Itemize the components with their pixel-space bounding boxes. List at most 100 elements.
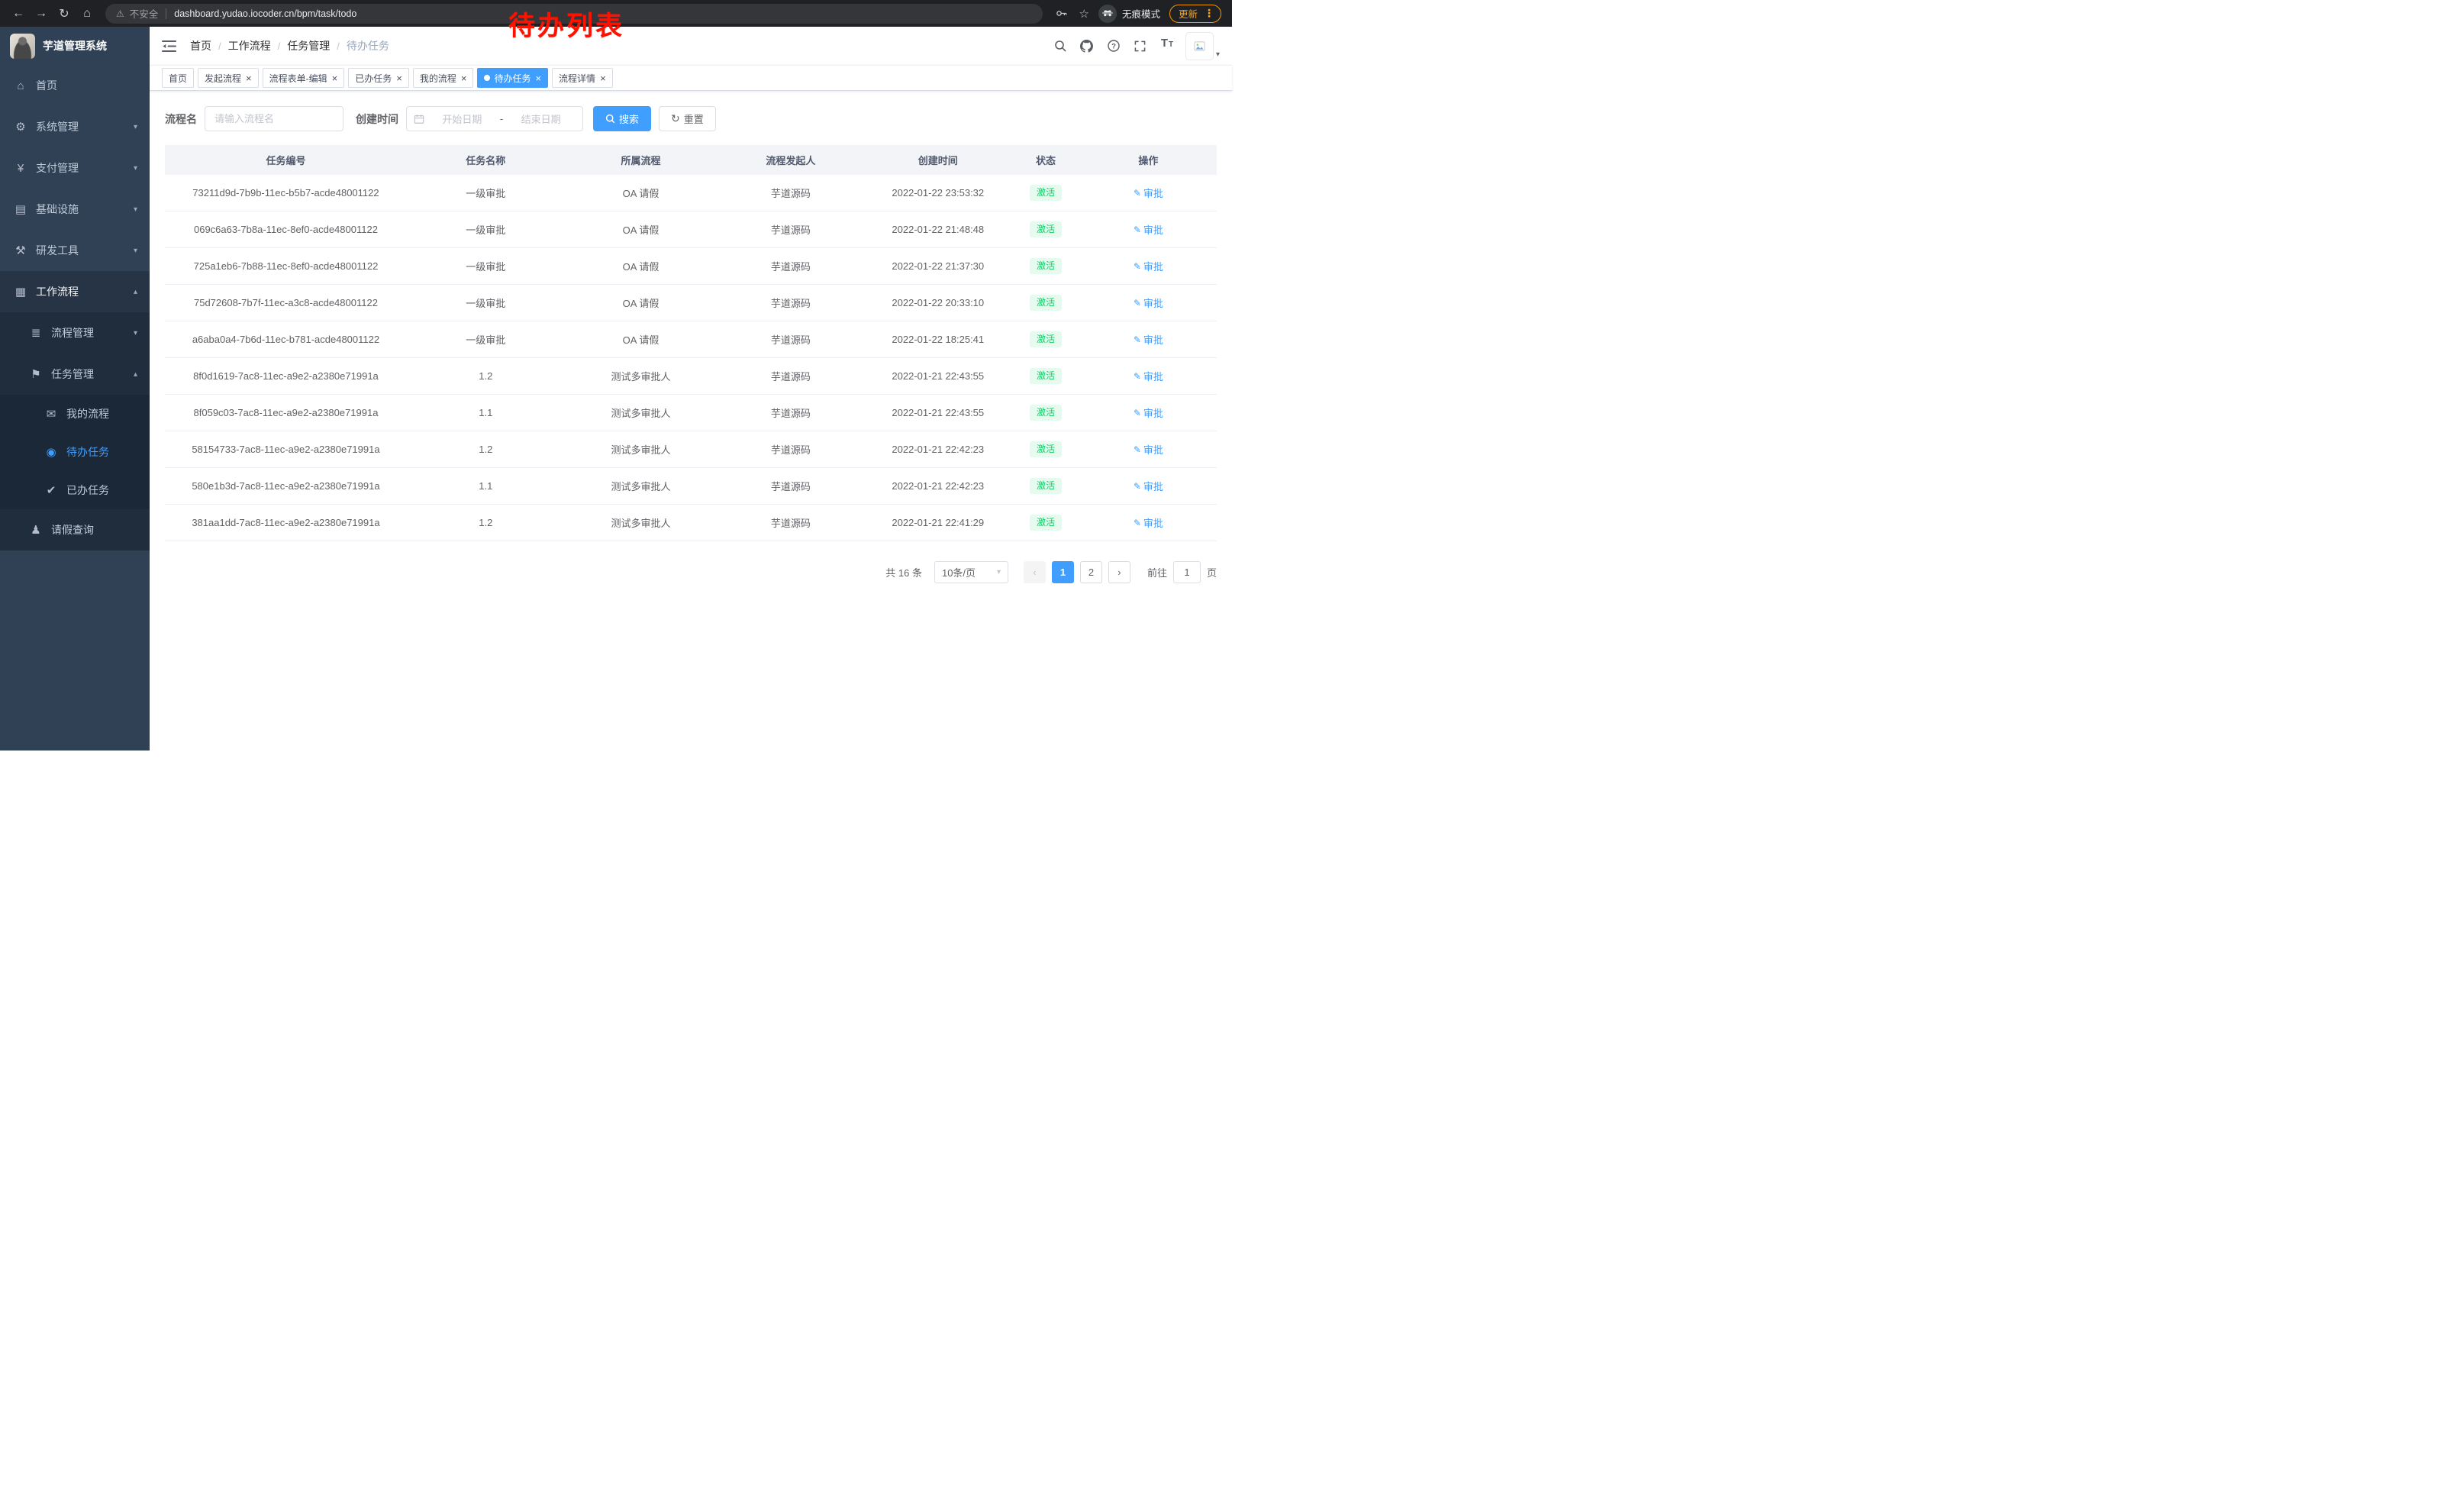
edit-icon: ✎ (1134, 334, 1141, 345)
app-title: 芋道管理系统 (43, 38, 107, 53)
breadcrumb-item[interactable]: 工作流程 (228, 38, 271, 53)
process-name: OA 请假 (565, 295, 718, 310)
approve-link[interactable]: ✎审批 (1134, 186, 1163, 200)
goto-page-input[interactable] (1173, 561, 1201, 583)
breadcrumb-item[interactable]: 首页 (190, 38, 211, 53)
sidebar-item-payment-management[interactable]: ¥支付管理▾ (0, 147, 150, 189)
create-time: 2022-01-21 22:42:23 (864, 480, 1011, 492)
sidebar-item-system-management[interactable]: ⚙系统管理▾ (0, 106, 150, 147)
tab-process-detail[interactable]: 流程详情× (552, 68, 613, 88)
reload-icon[interactable]: ↻ (53, 3, 75, 24)
close-icon[interactable]: × (332, 73, 338, 83)
process-name-input[interactable] (205, 106, 343, 131)
approve-link[interactable]: ✎审批 (1134, 442, 1163, 457)
tab-done-task[interactable]: 已办任务× (348, 68, 409, 88)
sidebar-item-workflow[interactable]: ▦工作流程▴ (0, 271, 150, 312)
password-key-icon[interactable] (1053, 5, 1070, 23)
create-time: 2022-01-22 20:33:10 (864, 297, 1011, 308)
sidebar-item-label: 请假查询 (51, 522, 137, 537)
create-time: 2022-01-21 22:43:55 (864, 407, 1011, 418)
message-icon: ✉ (43, 407, 60, 421)
process-name: OA 请假 (565, 222, 718, 237)
column-header: 所属流程 (565, 153, 718, 167)
close-icon[interactable]: × (396, 73, 402, 83)
user-menu[interactable]: ▾ (1185, 32, 1220, 60)
tab-my-process[interactable]: 我的流程× (413, 68, 474, 88)
sidebar-item-task-management[interactable]: ⚑任务管理▴ (0, 353, 150, 395)
sidebar-item-infrastructure[interactable]: ▤基础设施▾ (0, 189, 150, 230)
page-size-select[interactable]: 10条/页 ▾ (934, 561, 1008, 583)
task-id: 725a1eb6-7b88-11ec-8ef0-acde48001122 (165, 260, 407, 272)
help-icon[interactable]: ? (1105, 37, 1122, 55)
back-icon[interactable]: ← (8, 3, 29, 24)
url-bar[interactable]: ⚠ 不安全 dashboard.yudao.iocoder.cn/bpm/tas… (105, 4, 1043, 24)
action-cell: ✎审批 (1080, 186, 1217, 200)
warning-icon: ⚠ (116, 8, 124, 19)
close-icon[interactable]: × (246, 73, 252, 83)
prev-page-button[interactable]: ‹ (1024, 561, 1046, 583)
approve-link[interactable]: ✎审批 (1134, 332, 1163, 347)
edit-icon: ✎ (1134, 371, 1141, 382)
search-icon[interactable] (1052, 37, 1069, 55)
status-cell: 激活 (1011, 441, 1080, 457)
forward-icon[interactable]: → (31, 3, 52, 24)
sidebar-item-home[interactable]: ⌂首页 (0, 65, 150, 106)
tab-todo-task[interactable]: 待办任务 × (477, 68, 548, 88)
status-cell: 激活 (1011, 185, 1080, 200)
task-name: 1.1 (407, 407, 565, 418)
action-cell: ✎审批 (1080, 479, 1217, 493)
refresh-icon: ↻ (671, 112, 680, 125)
fullscreen-icon[interactable] (1132, 37, 1149, 55)
home-icon[interactable]: ⌂ (76, 3, 98, 24)
date-range-picker[interactable]: 开始日期 - 结束日期 (406, 106, 583, 131)
tab-home[interactable]: 首页 (162, 68, 194, 88)
next-page-button[interactable]: › (1108, 561, 1130, 583)
sidebar-item-dev-tools[interactable]: ⚒研发工具▾ (0, 230, 150, 271)
tab-label: 流程表单-编辑 (269, 72, 327, 85)
sidebar-item-process-management[interactable]: ≣流程管理▾ (0, 312, 150, 353)
tab-start-process[interactable]: 发起流程× (198, 68, 259, 88)
page-number-1[interactable]: 1 (1052, 561, 1074, 583)
bookmark-star-icon[interactable]: ☆ (1079, 7, 1089, 21)
process-name: 测试多审批人 (565, 442, 718, 457)
approve-link[interactable]: ✎审批 (1134, 259, 1163, 273)
close-icon[interactable]: × (461, 73, 467, 83)
sidebar-item-done-task[interactable]: ✔已办任务 (0, 471, 150, 509)
create-time: 2022-01-22 21:48:48 (864, 224, 1011, 235)
approve-link[interactable]: ✎审批 (1134, 479, 1163, 493)
breadcrumb-item[interactable]: 任务管理 (287, 38, 330, 53)
chrome-update-button[interactable]: 更新 ⋮ (1169, 5, 1221, 23)
search-button[interactable]: 搜索 (593, 106, 651, 131)
action-cell: ✎审批 (1080, 332, 1217, 347)
approve-link[interactable]: ✎审批 (1134, 222, 1163, 237)
eye-icon: ◉ (43, 445, 60, 459)
close-icon[interactable]: × (535, 73, 541, 83)
close-icon[interactable]: × (600, 73, 606, 83)
total-count: 共 16 条 (885, 565, 922, 579)
approve-link[interactable]: ✎审批 (1134, 515, 1163, 530)
create-time-label: 创建时间 (356, 111, 398, 127)
page-number-2[interactable]: 2 (1080, 561, 1102, 583)
sidebar-fold-icon[interactable] (162, 40, 176, 53)
create-time: 2022-01-22 18:25:41 (864, 334, 1011, 345)
sidebar-item-my-process[interactable]: ✉我的流程 (0, 395, 150, 433)
reset-button[interactable]: ↻ 重置 (659, 106, 716, 131)
table-row: a6aba0a4-7b6d-11ec-b781-acde48001122一级审批… (165, 321, 1217, 358)
chevron-down-icon: ▾ (134, 164, 137, 173)
tab-form-edit[interactable]: 流程表单-编辑 × (263, 68, 345, 88)
approve-link[interactable]: ✎审批 (1134, 369, 1163, 383)
sidebar-item-todo-task[interactable]: ◉待办任务 (0, 433, 150, 471)
process-initiator: 芋道源码 (717, 186, 864, 200)
pagination: 共 16 条 10条/页 ▾ ‹ 12 › 前往 页 (165, 561, 1217, 583)
task-name: 一级审批 (407, 186, 565, 200)
font-size-icon[interactable]: TT (1159, 37, 1176, 55)
table-row: 069c6a63-7b8a-11ec-8ef0-acde48001122一级审批… (165, 211, 1217, 248)
sidebar-item-leave-query[interactable]: ♟请假查询 (0, 509, 150, 550)
column-header: 创建时间 (864, 153, 1011, 167)
tab-label: 待办任务 (494, 72, 531, 85)
approve-link[interactable]: ✎审批 (1134, 405, 1163, 420)
task-id: a6aba0a4-7b6d-11ec-b781-acde48001122 (165, 334, 407, 345)
more-menu-icon[interactable]: ⋮ (1201, 7, 1217, 20)
github-icon[interactable] (1079, 37, 1095, 55)
approve-link[interactable]: ✎审批 (1134, 295, 1163, 310)
